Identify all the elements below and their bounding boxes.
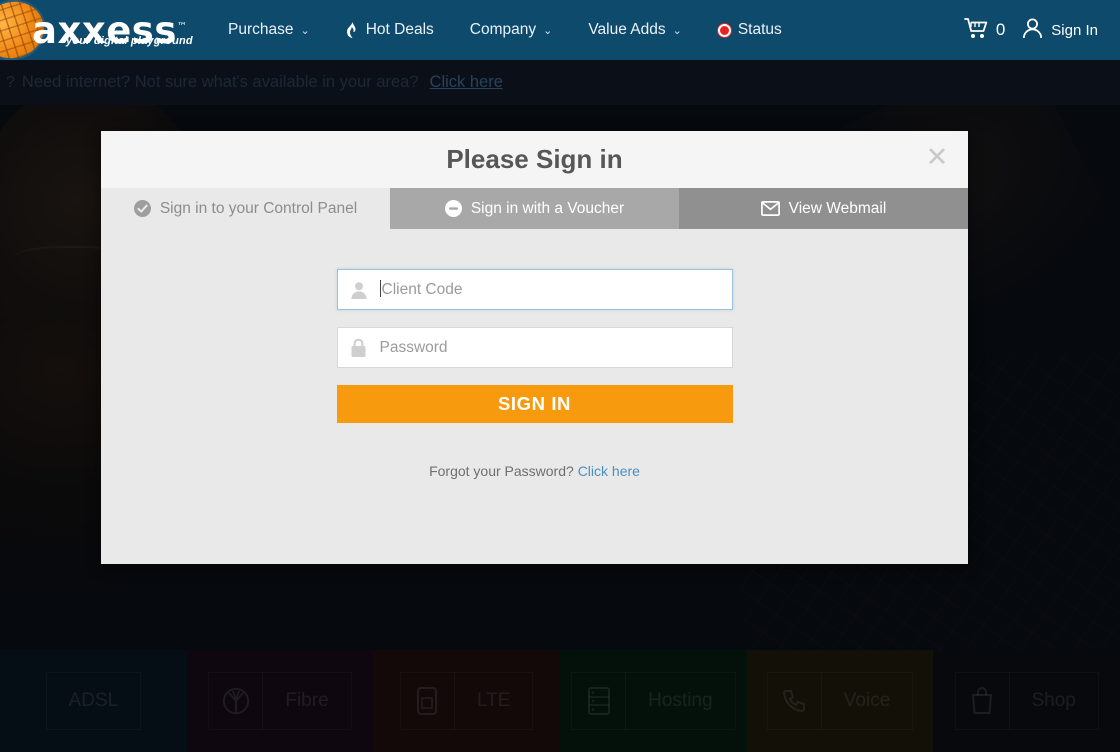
chevron-down-icon: ⌄ bbox=[672, 24, 682, 37]
logo-wordmark: axxess™ bbox=[32, 12, 187, 49]
banner-click-here-link[interactable]: Click here bbox=[430, 73, 503, 92]
top-navigation-bar: axxess™ your digital playground Purchase… bbox=[0, 0, 1120, 67]
tile-inner: Fibre bbox=[208, 672, 352, 730]
product-tile-bar: ADSL Fibre LTE Hosting Voice Shop bbox=[0, 650, 1120, 752]
tile-label: Fibre bbox=[285, 690, 329, 711]
tile-inner: ADSL bbox=[45, 672, 142, 730]
tab-label: Sign in with a Voucher bbox=[470, 199, 625, 217]
product-tile-adsl[interactable]: ADSL bbox=[0, 650, 187, 752]
phone-icon bbox=[768, 672, 822, 730]
signin-modal: Please Sign in ✕ Sign in to your Control… bbox=[101, 131, 968, 564]
signin-submit-button[interactable]: SIGN IN bbox=[336, 385, 733, 423]
cart-button[interactable]: 0 bbox=[963, 17, 1006, 44]
chevron-down-icon: ⌄ bbox=[300, 24, 310, 37]
tile-label: Voice bbox=[843, 690, 891, 711]
forgot-password-text: Forgot your Password? bbox=[429, 463, 574, 479]
site-logo[interactable]: axxess™ your digital playground bbox=[0, 0, 193, 67]
nav-item-value-adds[interactable]: Value Adds ⌄ bbox=[570, 0, 700, 60]
tile-inner: LTE bbox=[399, 672, 534, 730]
product-tile-shop[interactable]: Shop bbox=[933, 650, 1120, 752]
client-code-placeholder: Client Code bbox=[379, 280, 463, 299]
tile-label: Shop bbox=[1031, 690, 1076, 711]
tile-label: ADSL bbox=[68, 690, 119, 711]
cart-icon bbox=[963, 17, 990, 44]
bag-icon bbox=[956, 672, 1010, 730]
server-icon bbox=[572, 672, 627, 730]
modal-header: Please Sign in ✕ bbox=[101, 131, 968, 188]
client-code-input[interactable]: Client Code bbox=[336, 269, 733, 310]
logo-trademark: ™ bbox=[176, 21, 188, 33]
banner-text: Need internet? Not sure what's available… bbox=[21, 73, 419, 91]
fibre-icon bbox=[209, 672, 264, 730]
product-tile-fibre[interactable]: Fibre bbox=[186, 650, 374, 752]
nav-item-purchase[interactable]: Purchase ⌄ bbox=[210, 0, 328, 60]
cart-count: 0 bbox=[995, 20, 1006, 39]
tile-inner: Hosting bbox=[571, 672, 736, 730]
modal-tabs: Sign in to your Control Panel Sign in wi… bbox=[101, 188, 968, 229]
tab-webmail[interactable]: View Webmail bbox=[679, 188, 968, 229]
logo-word-text: axxess bbox=[32, 8, 177, 52]
minus-circle-icon bbox=[444, 200, 462, 217]
nav-item-company[interactable]: Company ⌄ bbox=[452, 0, 571, 60]
tile-label: LTE bbox=[476, 690, 511, 711]
tab-label: View Webmail bbox=[788, 199, 887, 217]
question-mark-icon: ? bbox=[6, 73, 15, 91]
text-cursor bbox=[379, 280, 381, 297]
tile-label: Hosting bbox=[648, 690, 713, 711]
nav-item-label: Status bbox=[737, 21, 782, 38]
signin-form: Client Code Password SIGN IN Forgot your… bbox=[336, 269, 733, 479]
lock-icon bbox=[338, 338, 380, 358]
banner-content: ? Need internet? Not sure what's availab… bbox=[0, 73, 503, 92]
chevron-down-icon: ⌄ bbox=[543, 24, 553, 37]
nav-right-group: 0 Sign In bbox=[963, 17, 1120, 44]
signin-button[interactable]: Sign In bbox=[1021, 17, 1098, 44]
tile-inner: Voice bbox=[766, 672, 914, 730]
tab-voucher[interactable]: Sign in with a Voucher bbox=[390, 188, 679, 229]
flame-icon bbox=[346, 22, 359, 38]
tab-label: Sign in to your Control Panel bbox=[159, 199, 358, 217]
password-placeholder: Password bbox=[379, 338, 448, 356]
status-dot-icon bbox=[717, 23, 731, 37]
nav-item-hot-deals[interactable]: Hot Deals bbox=[328, 0, 452, 60]
tile-inner: Shop bbox=[954, 672, 1099, 730]
modal-title: Please Sign in bbox=[446, 144, 623, 174]
sim-icon bbox=[401, 672, 455, 730]
nav-item-label: Hot Deals bbox=[365, 21, 434, 38]
nav-item-label: Purchase bbox=[228, 21, 294, 38]
modal-body: Client Code Password SIGN IN Forgot your… bbox=[101, 229, 968, 479]
nav-item-status[interactable]: Status bbox=[700, 0, 800, 60]
availability-banner: ? Need internet? Not sure what's availab… bbox=[0, 60, 1120, 105]
nav-links: Purchase ⌄ Hot Deals Company ⌄ Value Add… bbox=[210, 0, 800, 60]
nav-item-label: Company bbox=[469, 21, 537, 38]
forgot-password-row: Forgot your Password? Click here bbox=[337, 463, 733, 479]
password-input[interactable]: Password bbox=[336, 327, 733, 368]
forgot-password-link[interactable]: Click here bbox=[578, 463, 640, 479]
nav-item-label: Value Adds bbox=[588, 21, 666, 38]
client-code-placeholder-text: Client Code bbox=[381, 281, 463, 298]
tab-control-panel[interactable]: Sign in to your Control Panel bbox=[101, 188, 390, 229]
user-icon bbox=[338, 280, 380, 300]
product-tile-voice[interactable]: Voice bbox=[746, 650, 934, 752]
product-tile-lte[interactable]: LTE bbox=[373, 650, 561, 752]
user-icon bbox=[1021, 17, 1044, 44]
signin-label: Sign In bbox=[1051, 21, 1098, 39]
product-tile-hosting[interactable]: Hosting bbox=[560, 650, 747, 752]
check-circle-icon bbox=[133, 200, 151, 217]
close-icon[interactable]: ✕ bbox=[922, 143, 952, 173]
page-root: ADSL Fibre LTE Hosting Voice Shop ? Need… bbox=[0, 0, 1120, 752]
envelope-icon bbox=[760, 201, 780, 216]
